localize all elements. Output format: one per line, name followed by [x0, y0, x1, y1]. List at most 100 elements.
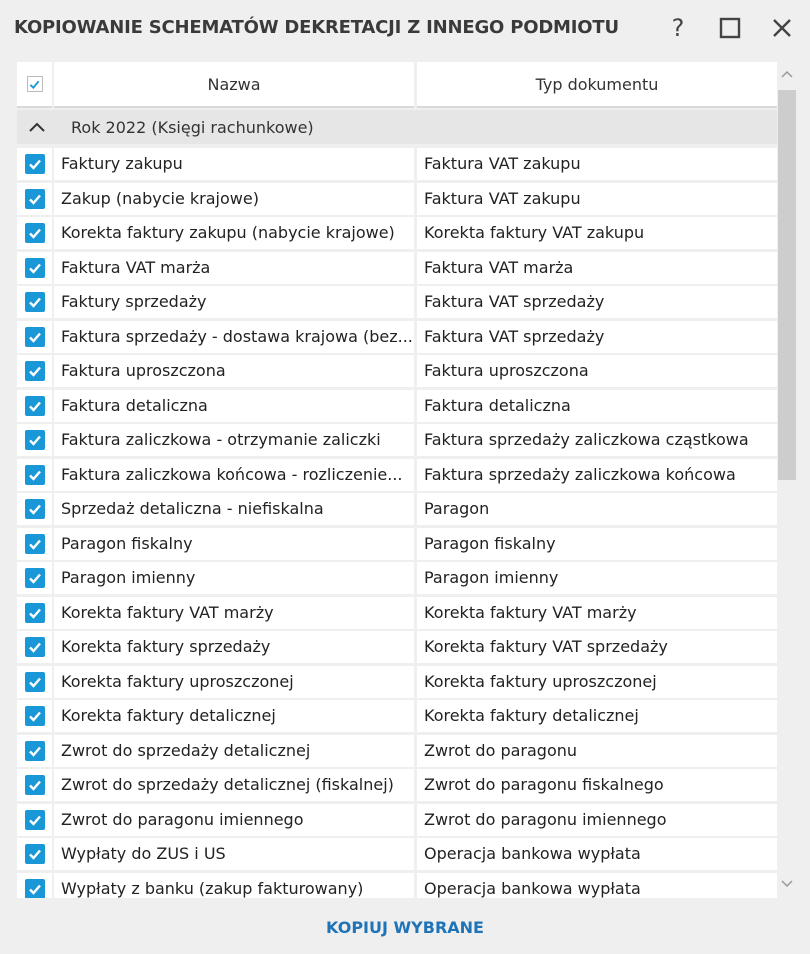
checkmark-icon — [28, 401, 41, 412]
row-checkbox[interactable] — [24, 188, 45, 209]
column-header-name[interactable]: Nazwa — [54, 62, 414, 108]
row-checkbox[interactable] — [24, 775, 45, 795]
table-row[interactable]: Paragon imienny Paragon imienny — [17, 562, 777, 596]
row-checkbox-cell — [17, 838, 52, 870]
row-checkbox-cell — [17, 562, 52, 594]
table-row[interactable]: Wypłaty do ZUS i US Operacja bankowa wypł… — [17, 838, 777, 872]
table-row[interactable]: Faktura zaliczkowa końcowa - rozliczenie… — [17, 458, 777, 493]
table-row[interactable]: Faktura detaliczna Faktura detaliczna — [17, 389, 777, 424]
row-name: Sprzedaż detaliczna - niefiskalna — [54, 493, 414, 525]
row-document-type: Operacja bankowa wypłata — [417, 872, 777, 898]
checkmark-icon — [28, 228, 41, 239]
table-row[interactable]: Faktura uproszczona Faktura uproszczona — [17, 355, 777, 389]
row-checkbox[interactable] — [24, 568, 45, 588]
row-checkbox[interactable] — [24, 223, 45, 243]
row-checkbox[interactable] — [24, 326, 45, 347]
table-row[interactable]: Faktura VAT marża Faktura VAT marża — [17, 251, 777, 286]
table-row[interactable]: Korekta faktury detalicznej Korekta faktu… — [17, 700, 777, 734]
table-row[interactable]: Korekta faktury VAT marży Korekta faktury… — [17, 596, 777, 631]
help-button[interactable]: ? — [658, 8, 698, 48]
row-checkbox-cell — [17, 527, 52, 560]
maximize-button[interactable] — [710, 8, 750, 48]
table-row[interactable]: Zakup (nabycie krajowe) Faktura VAT zakup… — [17, 182, 777, 217]
row-document-type: Faktura VAT sprzedaży — [417, 286, 777, 318]
select-all-checkbox[interactable] — [26, 76, 43, 92]
row-name: Faktura uproszczona — [54, 355, 414, 387]
row-name: Faktury zakupu — [54, 148, 414, 180]
row-checkbox[interactable] — [24, 257, 45, 278]
table-row[interactable]: Faktury sprzedaży Faktura VAT sprzedaży — [17, 286, 777, 320]
row-checkbox[interactable] — [24, 844, 45, 864]
table-row[interactable]: Korekta faktury sprzedaży Korekta faktury… — [17, 631, 777, 665]
row-document-type: Faktura VAT marża — [417, 251, 777, 284]
table-row[interactable]: Wypłaty z banku (zakup fakturowany) Opera… — [17, 872, 777, 898]
row-checkbox[interactable] — [24, 292, 45, 312]
row-name: Faktura zaliczkowa - otrzymanie zaliczki — [54, 424, 414, 456]
row-document-type: Zwrot do paragonu imiennego — [417, 803, 777, 836]
row-checkbox[interactable] — [24, 637, 45, 657]
table-row[interactable]: Faktury zakupu Faktura VAT zakupu — [17, 148, 777, 182]
column-header-document-type[interactable]: Typ dokumentu — [417, 62, 777, 108]
group-row[interactable]: Rok 2022 (Księgi rachunkowe) — [17, 110, 777, 144]
scrollbar-thumb[interactable] — [778, 90, 796, 480]
dialog-title: KOPIOWANIE SCHEMATÓW DEKRETACJI Z INNEGO… — [14, 17, 619, 38]
row-checkbox[interactable] — [24, 464, 45, 485]
copy-selected-label: KOPIUJ WYBRANE — [326, 918, 484, 937]
row-checkbox[interactable] — [24, 430, 45, 450]
row-name: Zwrot do sprzedaży detalicznej (fiskalne… — [54, 769, 414, 801]
row-checkbox[interactable] — [24, 361, 45, 381]
checkmark-icon — [28, 504, 41, 515]
row-name: Korekta faktury uproszczonej — [54, 665, 414, 698]
schemes-grid: Nazwa Typ dokumentu Rok 2022 (Księgi rac… — [17, 62, 777, 898]
scroll-up-icon[interactable] — [781, 70, 793, 78]
row-name: Faktura zaliczkowa końcowa - rozliczenie… — [54, 458, 414, 491]
checkmark-icon — [28, 366, 41, 377]
row-checkbox[interactable] — [24, 706, 45, 726]
row-checkbox-cell — [17, 872, 52, 898]
table-row[interactable]: Faktura sprzedaży - dostawa krajowa (bez… — [17, 320, 777, 355]
row-name: Paragon imienny — [54, 562, 414, 594]
row-document-type: Faktura VAT sprzedaży — [417, 320, 777, 353]
maximize-icon — [719, 17, 741, 39]
row-document-type: Korekta faktury VAT zakupu — [417, 217, 777, 249]
scroll-down-icon[interactable] — [781, 880, 793, 888]
table-row[interactable]: Zwrot do sprzedaży detalicznej (fiskalne… — [17, 769, 777, 803]
table-row[interactable]: Faktura zaliczkowa - otrzymanie zaliczki… — [17, 424, 777, 458]
table-row[interactable]: Zwrot do paragonu imiennego Zwrot do para… — [17, 803, 777, 838]
checkmark-icon — [28, 815, 41, 826]
row-checkbox[interactable] — [24, 671, 45, 692]
row-document-type: Faktura VAT zakupu — [417, 148, 777, 180]
table-row[interactable]: Zwrot do sprzedaży detalicznej Zwrot do p… — [17, 734, 777, 769]
row-checkbox[interactable] — [24, 499, 45, 519]
row-document-type: Faktura uproszczona — [417, 355, 777, 387]
row-checkbox[interactable] — [24, 878, 45, 898]
row-checkbox[interactable] — [24, 533, 45, 554]
row-checkbox[interactable] — [24, 154, 45, 174]
row-checkbox-cell — [17, 320, 52, 353]
header-select-all-cell — [17, 62, 52, 108]
row-checkbox[interactable] — [24, 740, 45, 761]
checkmark-icon — [28, 711, 41, 722]
table-row[interactable]: Paragon fiskalny Paragon fiskalny — [17, 527, 777, 562]
row-checkbox-cell — [17, 769, 52, 801]
title-bar: KOPIOWANIE SCHEMATÓW DEKRETACJI Z INNEGO… — [0, 0, 810, 56]
close-button[interactable] — [762, 8, 802, 48]
table-row[interactable]: Sprzedaż detaliczna - niefiskalna Paragon — [17, 493, 777, 527]
row-checkbox-cell — [17, 665, 52, 698]
row-checkbox-cell — [17, 148, 52, 180]
close-icon — [773, 19, 791, 37]
copy-selected-button[interactable]: KOPIUJ WYBRANE — [0, 918, 810, 937]
row-checkbox-cell — [17, 389, 52, 422]
row-checkbox[interactable] — [24, 602, 45, 623]
checkmark-icon — [28, 677, 41, 688]
row-document-type: Korekta faktury VAT sprzedaży — [417, 631, 777, 663]
checkmark-icon — [28, 746, 41, 757]
row-checkbox-cell — [17, 734, 52, 767]
chevron-up-icon[interactable] — [27, 118, 47, 136]
group-label: Rok 2022 (Księgi rachunkowe) — [71, 118, 314, 137]
row-checkbox[interactable] — [24, 809, 45, 830]
row-checkbox[interactable] — [24, 395, 45, 416]
table-row[interactable]: Korekta faktury uproszczonej Korekta fakt… — [17, 665, 777, 700]
row-document-type: Paragon fiskalny — [417, 527, 777, 560]
table-row[interactable]: Korekta faktury zakupu (nabycie krajowe)… — [17, 217, 777, 251]
